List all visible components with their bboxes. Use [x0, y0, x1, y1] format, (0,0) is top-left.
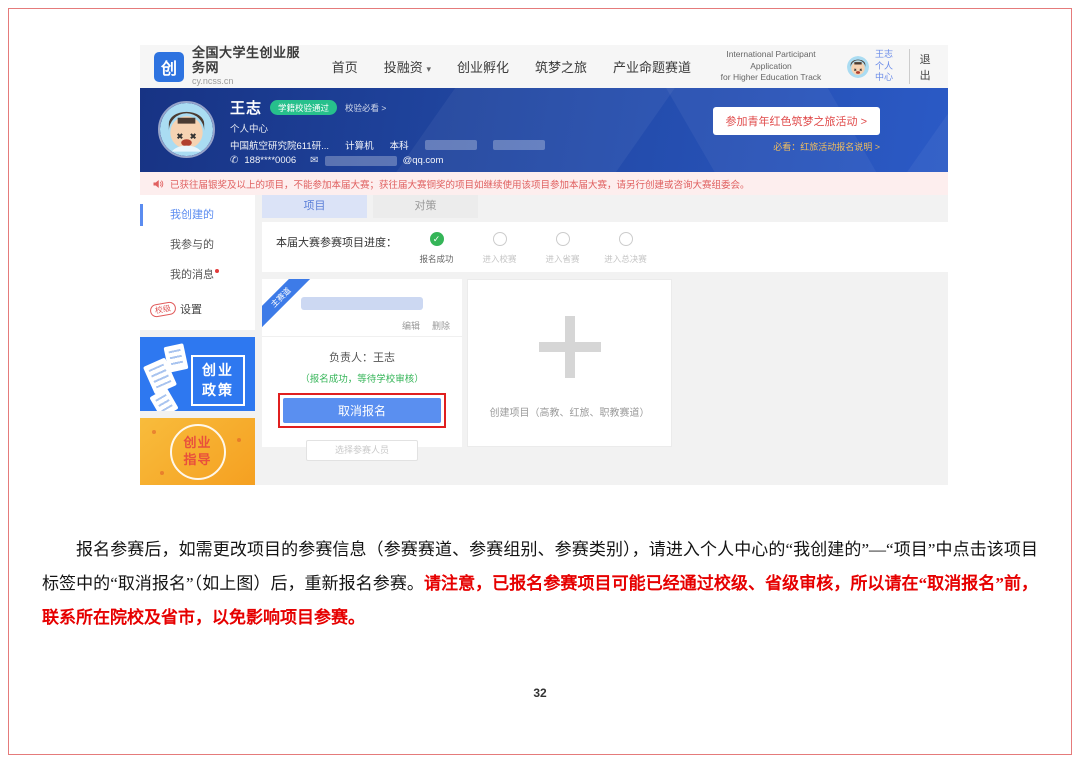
menu-item-investment[interactable]: 投融资 ▾ [384, 57, 431, 76]
dot-decoration [237, 438, 241, 442]
nav-user-links[interactable]: 王志 个人中心 [875, 49, 910, 84]
plus-icon [539, 316, 601, 378]
tab-secondary[interactable]: 对策 [373, 195, 478, 218]
user-banner: 王志 学籍校验通过 校验必看 > 个人中心 中国航空研究院611研... 计算机… [140, 88, 948, 172]
school-level-badge: 校级 [149, 300, 177, 317]
progress-step-school: 进入校赛 [468, 232, 531, 265]
promo-policy-label: 创业 政策 [191, 355, 245, 406]
menu-item-incubation[interactable]: 创业孵化 [457, 57, 509, 76]
profile-avatar[interactable] [158, 101, 215, 158]
project-card: 主赛道 编辑 删除 负责人：王志 （报名成功，等待学校审核） 取消报名 选择参赛… [262, 279, 462, 447]
redacted-project-title [301, 297, 423, 310]
project-status: （报名成功，等待学校审核） [262, 371, 462, 385]
avatar-icon [847, 56, 869, 78]
unread-dot [215, 269, 219, 273]
sidebar-item-my-joined[interactable]: 我参与的 [140, 230, 255, 260]
user-phone: 188****0006 [244, 155, 296, 166]
brand-domain: cy.ncss.cn [192, 76, 302, 86]
notice-bar: 已获往届银奖及以上的项目，不能参加本届大赛；获往届大赛铜奖的项目如继续使用该项目… [140, 172, 948, 195]
speaker-icon [152, 178, 164, 190]
create-project-label: 创建项目（高教、红旅、职教赛道） [490, 404, 650, 419]
progress-step-province: 进入省赛 [531, 232, 594, 265]
progress-step-registered: ✓ 报名成功 [405, 232, 468, 265]
sidebar-item-my-created[interactable]: 我创建的 [140, 200, 255, 230]
sidebar-menu: 我创建的 我参与的 我的消息 校级 设置 [140, 195, 255, 330]
sidebar-item-my-messages[interactable]: 我的消息 [140, 260, 255, 290]
banner-decoration [892, 88, 948, 172]
embedded-screenshot: 创 全国大学生创业服务网 cy.ncss.cn 首页 投融资 ▾ 创业孵化 筑梦… [140, 45, 948, 485]
promo-banner-policy[interactable]: 创业 政策 [140, 337, 255, 411]
user-name: 王志 [230, 97, 262, 118]
chevron-down-icon: ▾ [426, 64, 431, 74]
tabs: 项目 对策 [262, 195, 948, 218]
empty-circle-icon [493, 232, 507, 246]
progress-step-finals: 进入总决赛 [594, 232, 657, 265]
dot-decoration [152, 430, 156, 434]
page-number: 32 [0, 686, 1080, 700]
select-members-button[interactable]: 选择参赛人员 [306, 440, 418, 461]
avatar-icon [160, 103, 213, 156]
track-ribbon: 主赛道 [262, 279, 316, 333]
menu-item-dream-journey[interactable]: 筑梦之旅 [535, 57, 587, 76]
divider [262, 336, 462, 337]
tab-project[interactable]: 项目 [262, 195, 367, 218]
redacted-email [325, 156, 397, 166]
logout-link[interactable]: 退出 [920, 51, 934, 83]
sidebar: 我创建的 我参与的 我的消息 校级 设置 创业 政策 [140, 195, 255, 485]
verification-badge: 学籍校验通过 [270, 100, 337, 115]
site-logo[interactable]: 创 [154, 52, 184, 82]
nav-user-area: 王志 个人中心 退出 [847, 49, 934, 84]
dot-decoration [160, 471, 164, 475]
sidebar-item-settings[interactable]: 校级 设置 [140, 296, 255, 322]
annotation-highlight-frame: 取消报名 [278, 393, 446, 428]
user-email-suffix: @qq.com [403, 155, 444, 166]
content-area: 项目 对策 本届大赛参赛项目进度： ✓ 报名成功 进入校赛 [262, 195, 948, 485]
promo-banner-guide[interactable]: 创业 指导 [140, 418, 255, 485]
user-major: 计算机 [345, 138, 374, 152]
redacted-text [425, 140, 477, 150]
shot-body: 我创建的 我参与的 我的消息 校级 设置 创业 政策 [140, 195, 948, 485]
document-icon [164, 343, 189, 373]
project-cards: 主赛道 编辑 删除 负责人：王志 （报名成功，等待学校审核） 取消报名 选择参赛… [262, 279, 948, 447]
delete-link[interactable]: 删除 [432, 319, 450, 332]
nav-user-name: 王志 [875, 49, 899, 61]
brand-block[interactable]: 全国大学生创业服务网 cy.ncss.cn [192, 46, 302, 86]
main-menu: 首页 投融资 ▾ 创业孵化 筑梦之旅 产业命题赛道 [332, 57, 691, 76]
menu-item-industry-track[interactable]: 产业命题赛道 [613, 57, 691, 76]
progress-tracker: 本届大赛参赛项目进度： ✓ 报名成功 进入校赛 进入省赛 [262, 222, 948, 272]
red-journey-cta-button[interactable]: 参加青年红色筑梦之旅活动 > [713, 107, 880, 135]
document-page: 创 全国大学生创业服务网 cy.ncss.cn 首页 投融资 ▾ 创业孵化 筑梦… [0, 0, 1080, 763]
mail-icon: ✉ [310, 155, 318, 166]
banner-user-info: 王志 学籍校验通过 校验必看 > 个人中心 中国航空研究院611研... 计算机… [230, 97, 545, 166]
verification-link[interactable]: 校验必看 > [345, 102, 386, 114]
red-journey-note-link[interactable]: 必看：红旅活动报名说明 > [773, 140, 880, 153]
check-circle-icon: ✓ [430, 232, 444, 246]
cancel-registration-button[interactable]: 取消报名 [283, 398, 441, 423]
create-project-card[interactable]: 创建项目（高教、红旅、职教赛道） [467, 279, 672, 447]
nav-user-center: 个人中心 [875, 61, 899, 84]
top-navbar: 创 全国大学生创业服务网 cy.ncss.cn 首页 投融资 ▾ 创业孵化 筑梦… [140, 45, 948, 88]
project-leader: 负责人：王志 [262, 349, 462, 365]
user-degree: 本科 [390, 138, 409, 152]
promo-guide-label: 创业 指导 [170, 424, 226, 480]
progress-label: 本届大赛参赛项目进度： [276, 232, 397, 265]
notice-text: 已获往届银奖及以上的项目，不能参加本届大赛；获往届大赛铜奖的项目如继续使用该项目… [170, 177, 750, 191]
brand-name: 全国大学生创业服务网 [192, 46, 302, 76]
personal-center-label: 个人中心 [230, 121, 545, 135]
user-avatar[interactable] [847, 56, 869, 78]
user-organization: 中国航空研究院611研... [230, 138, 329, 152]
redacted-text [493, 140, 545, 150]
phone-icon: ✆ [230, 155, 238, 166]
edit-link[interactable]: 编辑 [402, 319, 420, 332]
menu-item-home[interactable]: 首页 [332, 57, 358, 76]
empty-circle-icon [556, 232, 570, 246]
empty-circle-icon [619, 232, 633, 246]
international-track-link[interactable]: International Participant Application fo… [717, 49, 825, 83]
instruction-paragraph: 报名参赛后，如需更改项目的参赛信息（参赛赛道、参赛组别、参赛类别），请进入个人中… [42, 533, 1038, 635]
